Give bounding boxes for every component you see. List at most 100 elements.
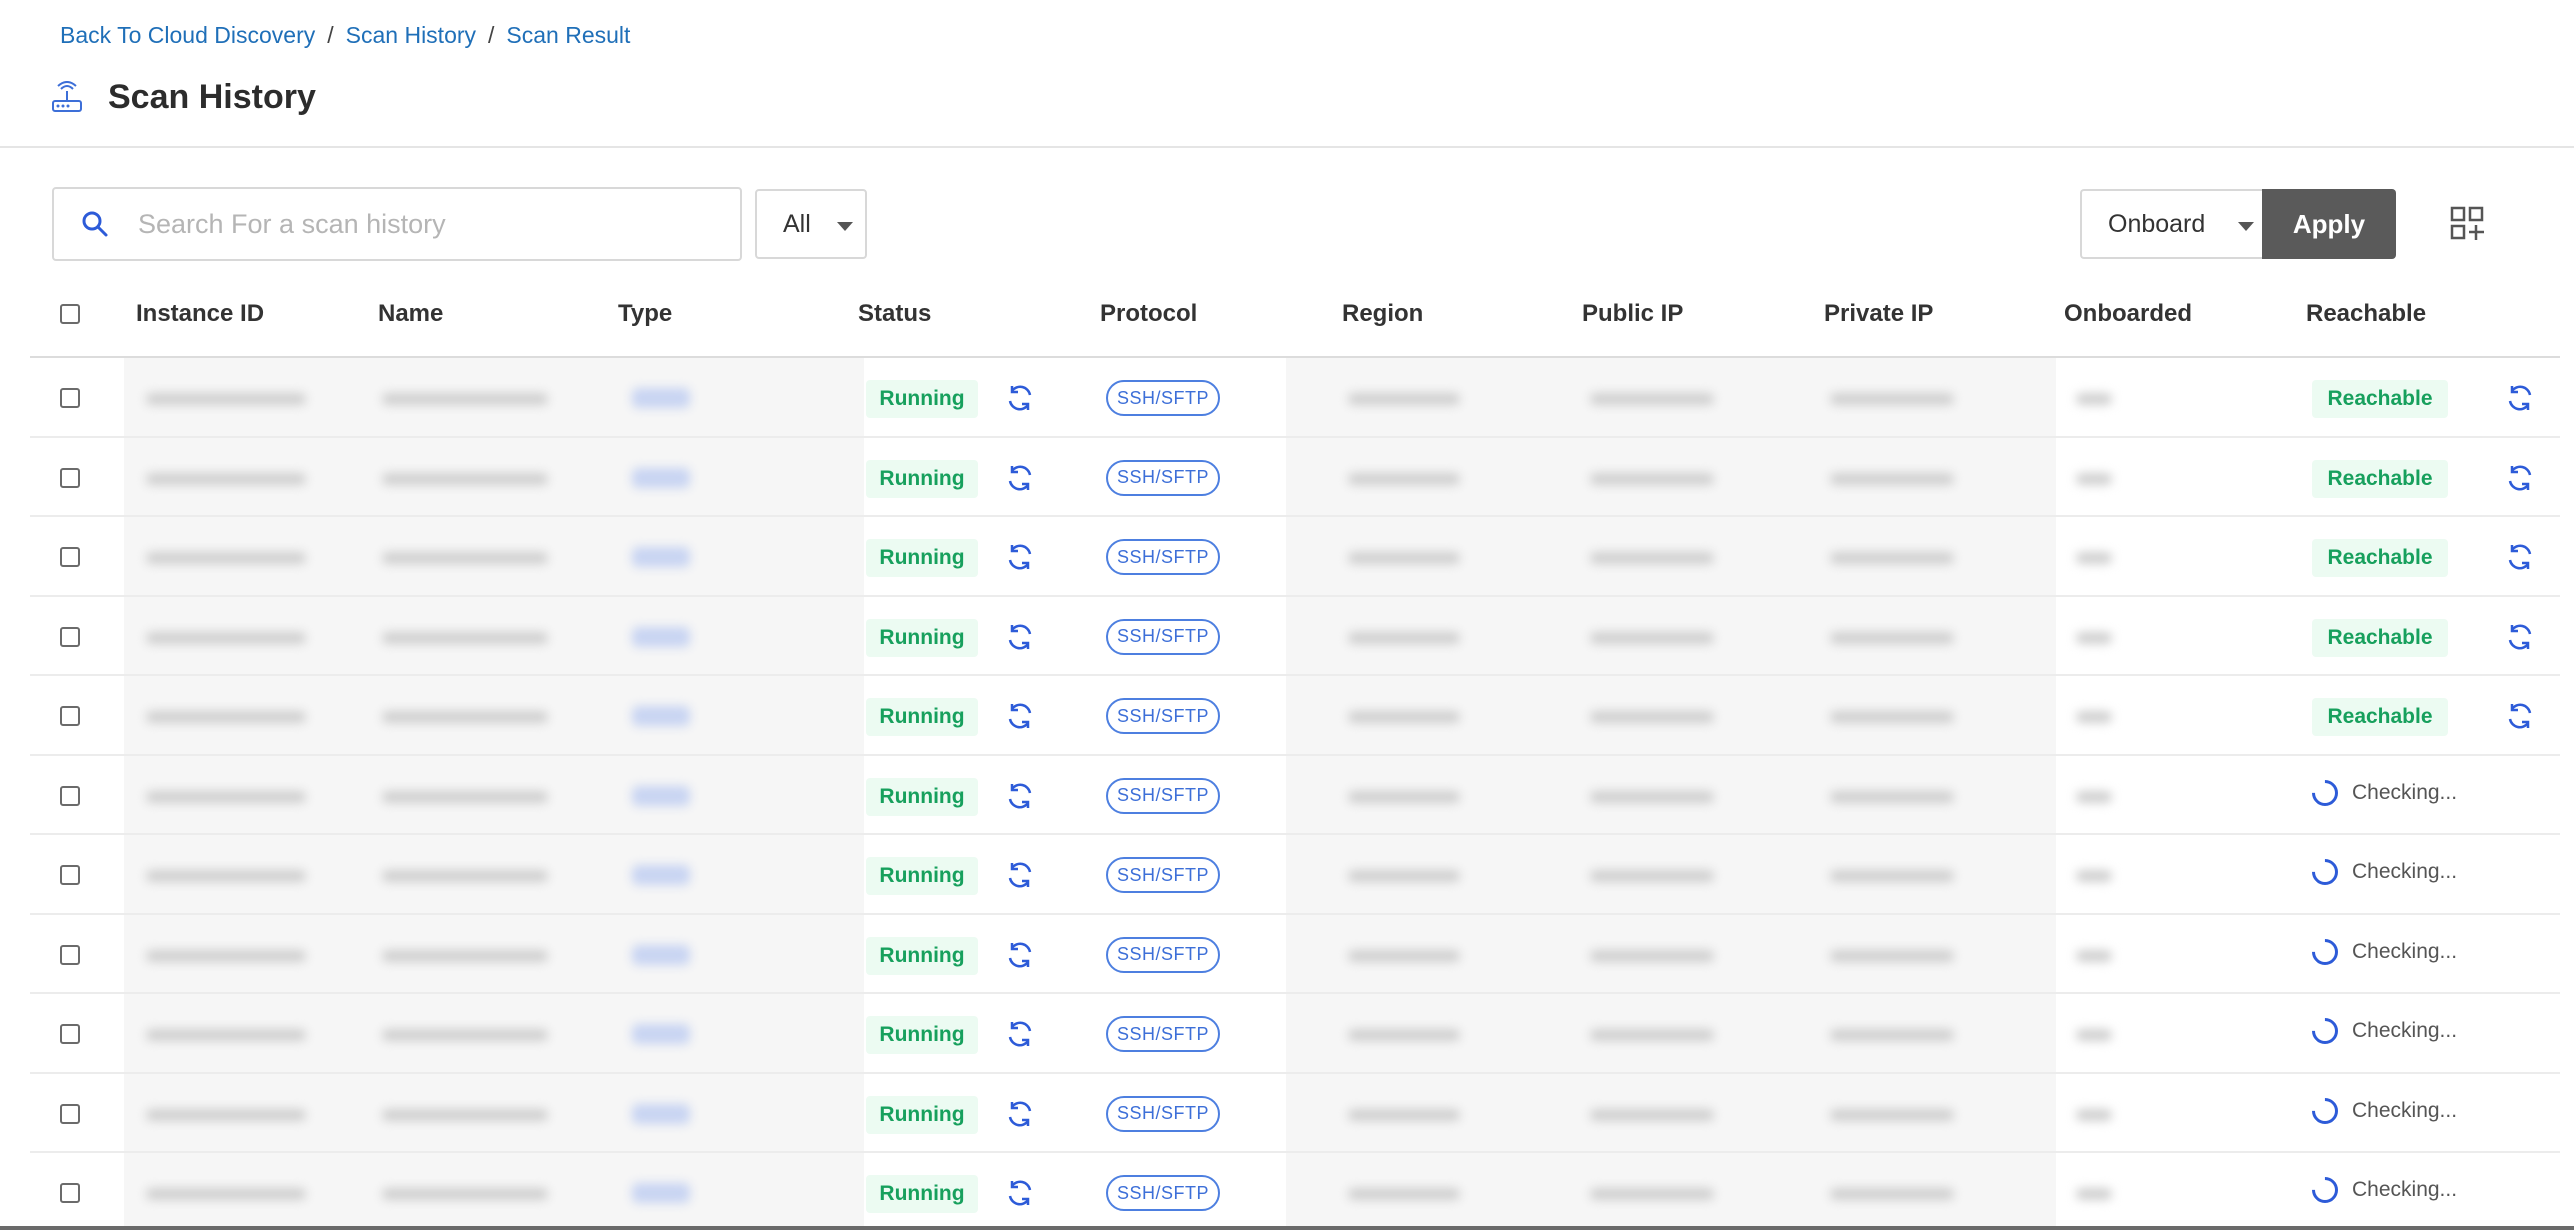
redacted-instance-id xyxy=(146,631,306,644)
checking-label: Checking... xyxy=(2352,939,2458,963)
redacted-instance-id xyxy=(146,393,306,405)
redacted-region-value xyxy=(1348,870,1460,882)
filter-select-value: All xyxy=(783,209,811,238)
checking-label: Checking... xyxy=(2352,780,2458,804)
status-badge: Running xyxy=(866,936,978,975)
refresh-reachable-icon[interactable] xyxy=(2504,700,2536,732)
refresh-icon[interactable] xyxy=(1004,541,1036,573)
search-box[interactable] xyxy=(52,187,742,261)
column-header-type[interactable]: Type xyxy=(618,300,672,328)
redacted-type xyxy=(632,1183,690,1203)
redacted-public-ip xyxy=(1590,790,1714,803)
table-row[interactable]: Running SSH/SFTP Reachable xyxy=(30,437,2560,517)
row-checkbox[interactable] xyxy=(60,1024,80,1044)
chevron-down-icon xyxy=(837,222,853,231)
redacted-region-value xyxy=(1348,949,1460,962)
row-checkbox[interactable] xyxy=(60,944,80,965)
table-row[interactable]: Running SSH/SFTP Checking... xyxy=(30,1073,2560,1153)
table-row[interactable]: Running SSH/SFTP Checking... xyxy=(30,994,2560,1074)
column-header-private-ip[interactable]: Private IP xyxy=(1824,300,1933,328)
row-checkbox[interactable] xyxy=(60,626,80,647)
redacted-public-ip xyxy=(1590,949,1714,962)
refresh-reachable-icon[interactable] xyxy=(2504,382,2536,414)
breadcrumb-scan-result[interactable]: Scan Result xyxy=(506,22,630,49)
redacted-instance-id xyxy=(146,472,306,485)
refresh-icon[interactable] xyxy=(1004,1098,1036,1130)
status-badge: Running xyxy=(866,618,978,657)
protocol-badge: SSH/SFTP xyxy=(1106,857,1220,893)
column-header-status[interactable]: Status xyxy=(858,300,931,328)
spinner-icon xyxy=(2306,774,2344,811)
column-header-onboarded[interactable]: Onboarded xyxy=(2064,300,2192,328)
table-row[interactable]: Running SSH/SFTP Reachable xyxy=(30,517,2560,597)
redacted-public-ip xyxy=(1590,472,1714,485)
redacted-region-value xyxy=(1348,790,1460,803)
refresh-icon[interactable] xyxy=(1004,859,1036,891)
breadcrumb-scan-history[interactable]: Scan History xyxy=(346,22,476,49)
reachable-checking: Checking... xyxy=(2306,1092,2458,1129)
chevron-down-icon xyxy=(2238,222,2254,231)
refresh-icon[interactable] xyxy=(1004,1177,1036,1209)
row-checkbox[interactable] xyxy=(60,706,80,726)
column-header-public-ip[interactable]: Public IP xyxy=(1582,300,1683,328)
refresh-icon[interactable] xyxy=(1004,382,1036,414)
refresh-icon[interactable] xyxy=(1004,1018,1036,1050)
redacted-onboarded xyxy=(2076,1188,2112,1200)
refresh-reachable-icon[interactable] xyxy=(2504,621,2536,653)
column-header-instance-id[interactable]: Instance ID xyxy=(136,300,264,328)
refresh-icon[interactable] xyxy=(1004,939,1036,971)
row-checkbox[interactable] xyxy=(60,785,80,806)
protocol-badge: SSH/SFTP xyxy=(1106,777,1220,814)
table-row[interactable]: Running SSH/SFTP Reachable xyxy=(30,358,2560,438)
reachable-checking: Checking... xyxy=(2306,853,2457,891)
row-checkbox[interactable] xyxy=(60,547,80,567)
select-all-checkbox[interactable] xyxy=(60,304,80,324)
refresh-icon[interactable] xyxy=(1004,462,1036,494)
table-row[interactable]: Running SSH/SFTP Checking... xyxy=(30,1153,2560,1230)
redacted-name xyxy=(382,1188,548,1200)
refresh-icon[interactable] xyxy=(1004,780,1036,812)
refresh-reachable-icon[interactable] xyxy=(2504,462,2536,494)
refresh-icon[interactable] xyxy=(1004,621,1036,653)
row-checkbox[interactable] xyxy=(60,1103,80,1124)
redacted-type xyxy=(632,626,690,647)
column-header-protocol[interactable]: Protocol xyxy=(1100,300,1197,328)
action-select[interactable]: Onboard xyxy=(2080,189,2262,259)
checking-label: Checking... xyxy=(2352,1098,2458,1122)
protocol-badge: SSH/SFTP xyxy=(1106,1095,1220,1132)
redacted-private-ip xyxy=(1830,870,1954,882)
breadcrumb-back-to-cloud-discovery[interactable]: Back To Cloud Discovery xyxy=(60,22,315,49)
table-row[interactable]: Running SSH/SFTP Reachable xyxy=(30,596,2560,676)
redacted-region-value xyxy=(1348,472,1460,485)
reachable-badge: Reachable xyxy=(2312,618,2448,657)
table-row[interactable]: Running SSH/SFTP Checking... xyxy=(30,755,2560,835)
column-header-region[interactable]: Region xyxy=(1342,300,1423,328)
refresh-icon[interactable] xyxy=(1004,700,1036,732)
bottom-border xyxy=(0,1226,2574,1230)
column-header-reachable[interactable]: Reachable xyxy=(2306,300,2426,328)
table-row[interactable]: Running SSH/SFTP Reachable xyxy=(30,676,2560,756)
status-badge: Running xyxy=(866,698,978,736)
grid-add-icon[interactable] xyxy=(2450,206,2486,242)
redacted-type xyxy=(632,388,690,408)
column-header-name[interactable]: Name xyxy=(378,300,443,328)
filter-select[interactable]: All xyxy=(755,189,867,259)
table-row[interactable]: Running SSH/SFTP Checking... xyxy=(30,914,2560,994)
protocol-badge: SSH/SFTP xyxy=(1106,698,1220,734)
row-checkbox[interactable] xyxy=(60,467,80,488)
header-divider xyxy=(0,146,2574,148)
redacted-type xyxy=(632,1103,690,1124)
row-checkbox[interactable] xyxy=(60,388,80,408)
row-checkbox[interactable] xyxy=(60,865,80,885)
apply-button[interactable]: Apply xyxy=(2262,189,2396,259)
redacted-onboarded xyxy=(2076,949,2112,962)
redacted-type xyxy=(632,1024,690,1044)
spinner-icon xyxy=(2306,1012,2344,1050)
redacted-name xyxy=(382,393,548,405)
refresh-reachable-icon[interactable] xyxy=(2504,541,2536,573)
row-checkbox[interactable] xyxy=(60,1183,80,1203)
protocol-badge: SSH/SFTP xyxy=(1106,539,1220,575)
redacted-region-value xyxy=(1348,552,1460,564)
search-input[interactable] xyxy=(138,208,698,240)
table-row[interactable]: Running SSH/SFTP Checking... xyxy=(30,835,2560,915)
